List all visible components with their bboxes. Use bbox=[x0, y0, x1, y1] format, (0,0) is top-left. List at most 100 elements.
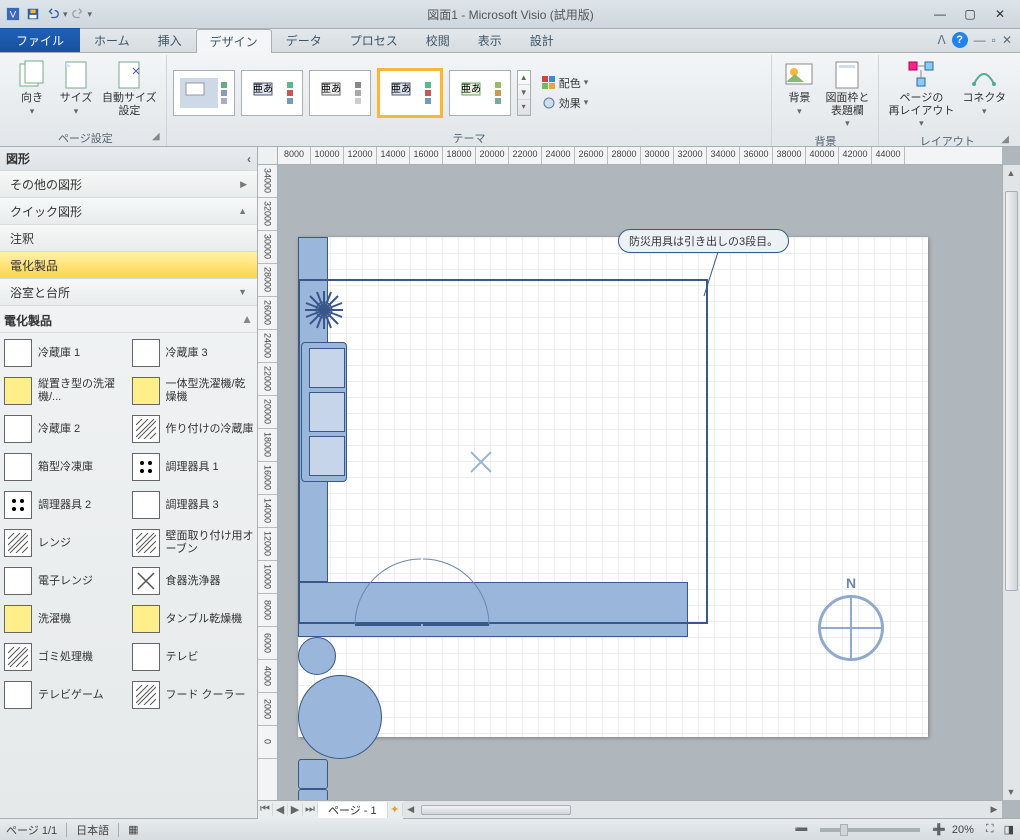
page-prev-icon[interactable]: ◀ bbox=[273, 803, 288, 816]
stencil-scroll-up-icon[interactable]: ▲ bbox=[241, 312, 253, 326]
more-shapes-row[interactable]: その他の図形▶ bbox=[0, 171, 257, 198]
theme-gallery-scroll[interactable]: ▲▼▾ bbox=[517, 70, 531, 116]
stencil-item[interactable]: テレビ bbox=[130, 639, 256, 675]
stencil-icon bbox=[4, 339, 32, 367]
zoom-slider[interactable] bbox=[820, 828, 920, 832]
drawing-page[interactable]: 防災用具は引き出しの3段目。 bbox=[298, 237, 928, 737]
stencil-label: 調理器具 2 bbox=[38, 499, 91, 512]
tab-view[interactable]: 表示 bbox=[464, 28, 516, 52]
viewport[interactable]: 防災用具は引き出しの3段目。 bbox=[278, 165, 1002, 800]
stencil-icon bbox=[132, 377, 160, 405]
electronics-row[interactable]: 電化製品 bbox=[0, 252, 257, 279]
scroll-down-icon[interactable]: ▼ bbox=[238, 287, 247, 297]
minimize-icon[interactable]: — bbox=[929, 6, 951, 22]
size-button[interactable]: サイズ▾ bbox=[55, 55, 97, 120]
stencil-label: 調理器具 1 bbox=[166, 461, 219, 474]
tab-file[interactable]: ファイル bbox=[0, 28, 80, 52]
fit-page-icon[interactable]: ⛶ bbox=[986, 823, 994, 836]
undo-icon[interactable] bbox=[44, 5, 62, 23]
stencil-item[interactable]: 調理器具 3 bbox=[130, 487, 256, 523]
stencil-icon bbox=[132, 605, 160, 633]
tab-home[interactable]: ホーム bbox=[80, 28, 144, 52]
tab-review[interactable]: 校閲 bbox=[412, 28, 464, 52]
stencil-item[interactable]: 調理器具 1 bbox=[130, 449, 256, 485]
help-icon[interactable]: ? bbox=[952, 32, 968, 48]
theme-selected[interactable]: 亜あ bbox=[377, 68, 443, 118]
vertical-scrollbar[interactable]: ▲▼ bbox=[1002, 165, 1020, 800]
theme-gallery[interactable]: 亜あ 亜あ 亜あ 亜あ ▲▼▾ bbox=[173, 68, 531, 118]
stencil-item[interactable]: 冷蔵庫 3 bbox=[130, 335, 256, 371]
mdi-close-icon[interactable]: ✕ bbox=[1002, 33, 1012, 47]
compass-icon[interactable] bbox=[818, 595, 884, 661]
dialog-launcher-icon[interactable]: ◢ bbox=[152, 131, 160, 142]
stencil-item[interactable]: レンジ bbox=[2, 525, 128, 561]
stencil-item[interactable]: 縦置き型の洗濯機/... bbox=[2, 373, 128, 409]
stencil-label: レンジ bbox=[38, 537, 71, 550]
quick-shapes-row[interactable]: クイック図形▲ bbox=[0, 198, 257, 225]
page-next-icon[interactable]: ▶ bbox=[288, 803, 303, 816]
stencil-item[interactable]: ゴミ処理機 bbox=[2, 639, 128, 675]
tab-design[interactable]: デザイン bbox=[196, 29, 272, 53]
stencil-label: 調理器具 3 bbox=[166, 499, 219, 512]
page-last-icon[interactable]: ⏭ bbox=[303, 803, 318, 816]
hscroll-left-icon[interactable]: ◀ bbox=[403, 802, 419, 818]
stencil-label: 壁面取り付け用オーブン bbox=[166, 530, 256, 555]
stencil-item[interactable]: 壁面取り付け用オーブン bbox=[130, 525, 256, 561]
dialog-launcher-icon[interactable]: ◢ bbox=[1001, 134, 1009, 145]
orientation-button[interactable]: 向き▾ bbox=[11, 55, 53, 120]
page-first-icon[interactable]: ⏮ bbox=[258, 803, 273, 816]
stencil-label: 冷蔵庫 1 bbox=[38, 347, 80, 360]
stencil-item[interactable]: 食器洗浄器 bbox=[130, 563, 256, 599]
stencil-item[interactable]: 洗濯機 bbox=[2, 601, 128, 637]
undo-dropdown[interactable]: ▾ bbox=[63, 9, 68, 20]
stencil-icon bbox=[132, 453, 160, 481]
window-controls: — ▢ ✕ bbox=[929, 6, 1011, 22]
stencil-item[interactable]: 箱型冷凍庫 bbox=[2, 449, 128, 485]
relayout-button[interactable]: ページの 再レイアウト▾ bbox=[885, 55, 957, 133]
save-icon[interactable] bbox=[24, 5, 42, 23]
annotations-row[interactable]: 注釈 bbox=[0, 225, 257, 252]
page-tab[interactable]: ページ - 1 bbox=[318, 802, 388, 818]
colors-button[interactable]: 配色 ▾ bbox=[539, 73, 592, 93]
stencil-item[interactable]: 冷蔵庫 1 bbox=[2, 335, 128, 371]
stencil-item[interactable]: テレビゲーム bbox=[2, 677, 128, 713]
stencil-icon bbox=[132, 529, 160, 557]
callout[interactable]: 防災用具は引き出しの3段目。 bbox=[618, 229, 789, 253]
mdi-minimize-icon[interactable]: — bbox=[974, 33, 986, 47]
scroll-up-icon[interactable]: ▲ bbox=[238, 206, 247, 216]
stencil-item[interactable]: 冷蔵庫 2 bbox=[2, 411, 128, 447]
stencil-item[interactable]: 調理器具 2 bbox=[2, 487, 128, 523]
page-tabs: ⏮ ◀ ▶ ⏭ ページ - 1 ✦ bbox=[258, 801, 403, 819]
effects-button[interactable]: 効果 ▾ bbox=[539, 93, 592, 113]
close-icon[interactable]: ✕ bbox=[989, 6, 1011, 22]
tab-insert[interactable]: 挿入 bbox=[144, 28, 196, 52]
stencil-item[interactable]: フード クーラー bbox=[130, 677, 256, 713]
stencil-item[interactable]: 作り付けの冷蔵庫 bbox=[130, 411, 256, 447]
hscroll-thumb[interactable] bbox=[421, 805, 571, 815]
maximize-icon[interactable]: ▢ bbox=[959, 6, 981, 22]
hscroll-right-icon[interactable]: ▶ bbox=[986, 802, 1002, 818]
app-icon[interactable]: V bbox=[4, 5, 22, 23]
tab-process[interactable]: プロセス bbox=[336, 28, 412, 52]
insert-page-icon[interactable]: ✦ bbox=[388, 803, 403, 816]
frame-button[interactable]: 図面枠と 表題欄▾ bbox=[822, 55, 872, 133]
panel-collapse-icon[interactable]: ‹ bbox=[247, 152, 251, 166]
zoom-in-icon[interactable]: ➕ bbox=[932, 823, 946, 836]
tab-plan[interactable]: 設計 bbox=[516, 28, 568, 52]
background-button[interactable]: 背景▾ bbox=[778, 55, 820, 120]
ribbon-min-icon[interactable]: ᐱ bbox=[937, 33, 945, 47]
redo-icon[interactable] bbox=[69, 5, 87, 23]
autosize-button[interactable]: 自動サイズ 設定 bbox=[99, 55, 160, 120]
macro-icon[interactable]: ▦ bbox=[128, 823, 138, 836]
fullscreen-icon[interactable]: ◨ bbox=[1004, 823, 1014, 836]
orientation-label: 向き bbox=[21, 92, 43, 104]
mdi-restore-icon[interactable]: ▫ bbox=[992, 33, 996, 47]
tab-data[interactable]: データ bbox=[272, 28, 336, 52]
bath-kitchen-row[interactable]: 浴室と台所▼ bbox=[0, 279, 257, 306]
stencil-section-title: 電化製品 bbox=[4, 314, 52, 328]
stencil-item[interactable]: 電子レンジ bbox=[2, 563, 128, 599]
connectors-button[interactable]: コネクタ▾ bbox=[959, 55, 1009, 120]
stencil-item[interactable]: タンブル乾燥機 bbox=[130, 601, 256, 637]
zoom-out-icon[interactable]: ➖ bbox=[794, 823, 808, 836]
stencil-item[interactable]: 一体型洗濯機/乾燥機 bbox=[130, 373, 256, 409]
